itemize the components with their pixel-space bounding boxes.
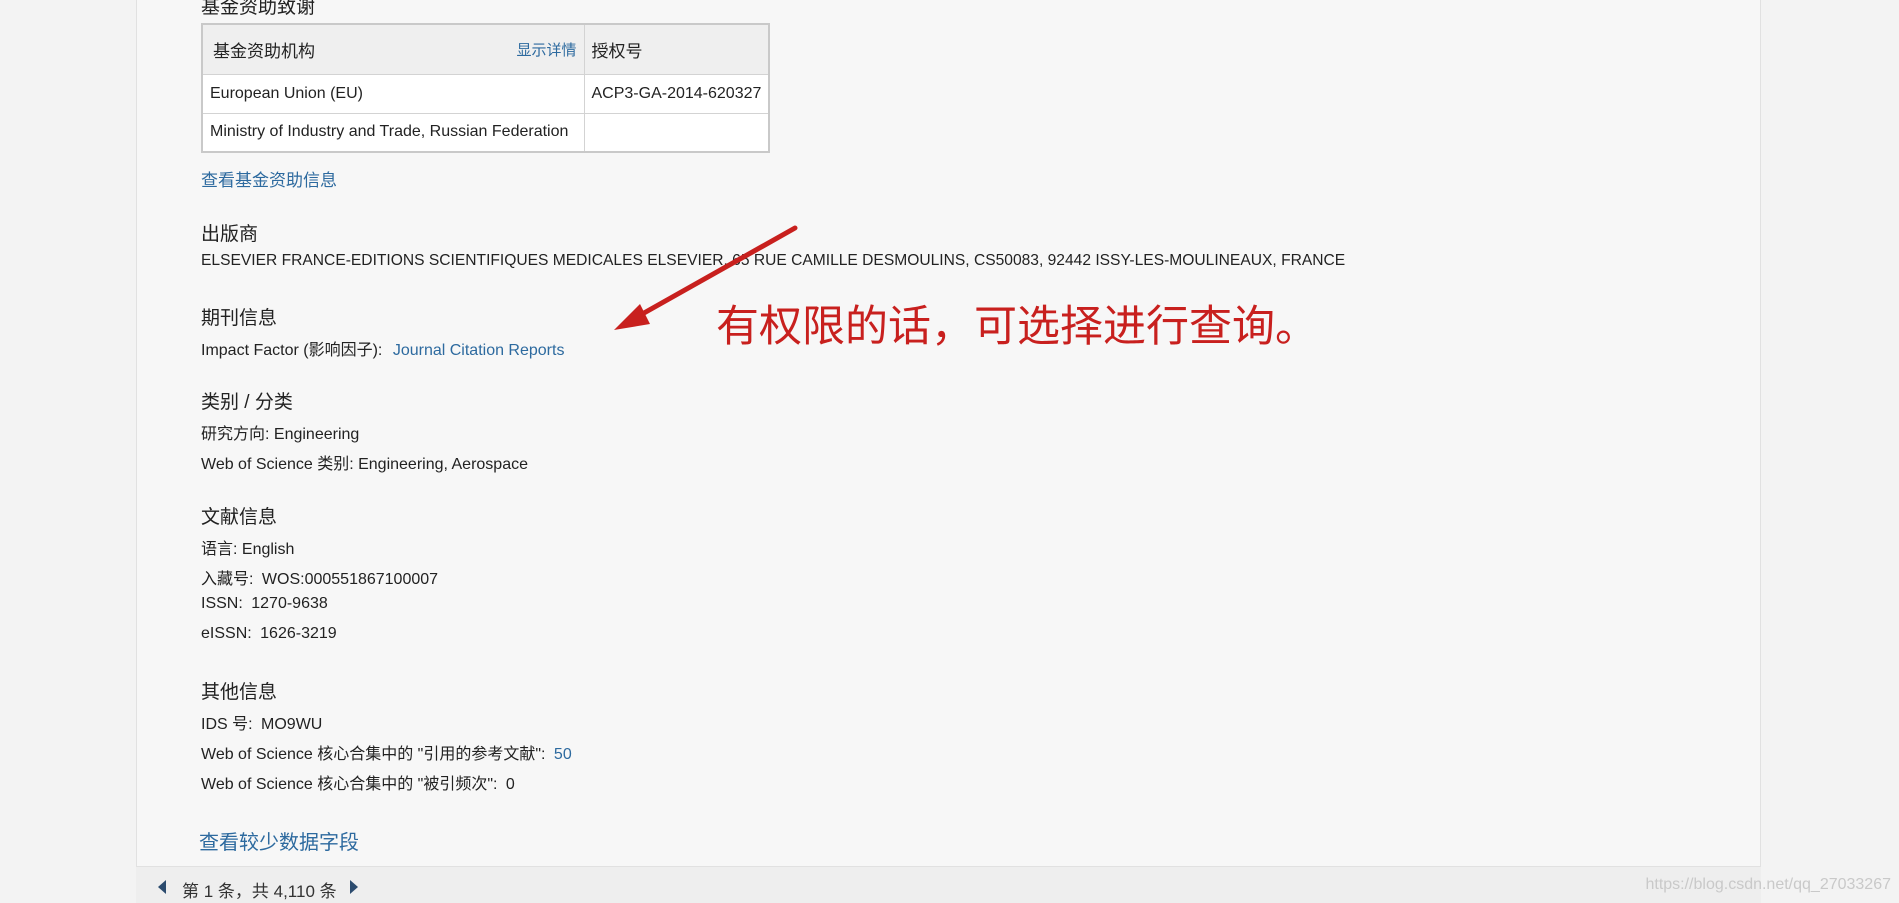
prev-record-icon[interactable] bbox=[158, 880, 166, 894]
annotation-text: 有权限的话，可选择进行查询。 bbox=[716, 302, 1318, 352]
pagination-bar: 第 1 条，共 4,110 条 bbox=[136, 866, 1761, 903]
watermark: https://blog.csdn.net/qq_27033267 bbox=[1645, 876, 1891, 893]
record-position: 第 1 条，共 4,110 条 bbox=[182, 882, 337, 901]
annotation-arrow bbox=[614, 225, 798, 330]
next-record-icon[interactable] bbox=[350, 880, 358, 894]
